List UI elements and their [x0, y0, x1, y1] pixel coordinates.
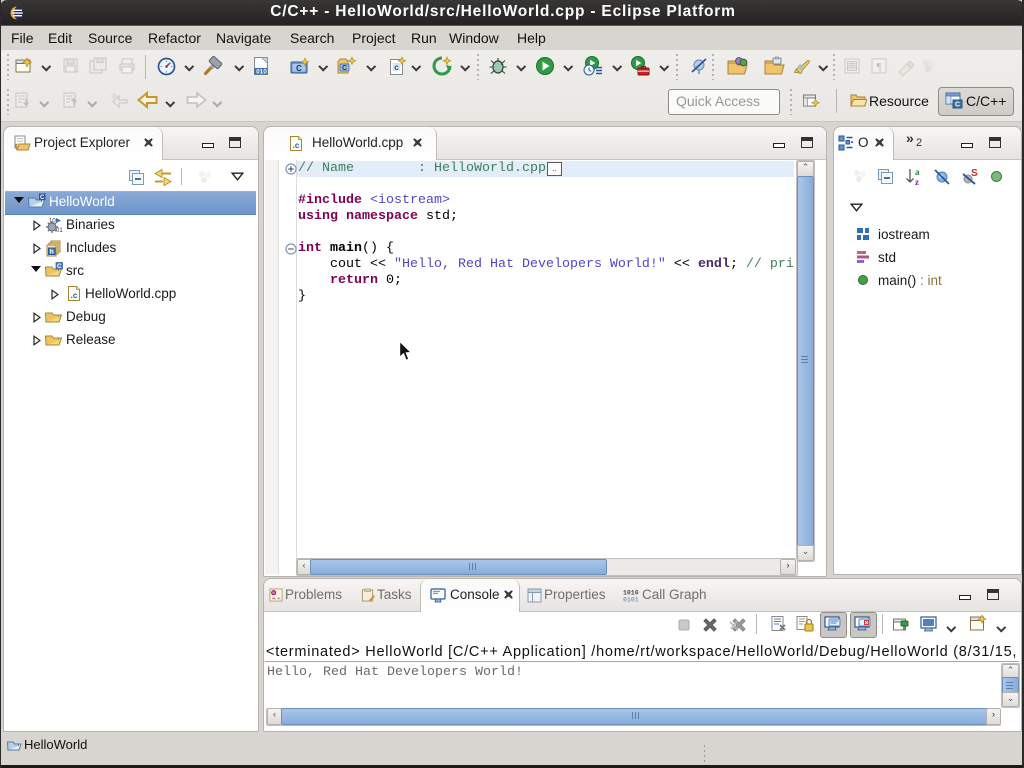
svg-text:c: c — [394, 63, 399, 72]
svg-text:01: 01 — [56, 228, 63, 234]
svg-text:.c: .c — [71, 291, 78, 300]
svg-text:S: S — [971, 168, 978, 179]
svg-text:C: C — [955, 102, 960, 109]
svg-text:1010: 1010 — [623, 590, 639, 597]
svg-text:¶: ¶ — [877, 61, 882, 73]
svg-text:a: a — [915, 167, 920, 177]
svg-text:C: C — [40, 195, 45, 201]
svg-text:C: C — [296, 64, 302, 73]
svg-text:h: h — [50, 249, 54, 256]
svg-text:010: 010 — [256, 69, 267, 76]
svg-text:C: C — [57, 264, 62, 270]
svg-text:z: z — [915, 177, 919, 186]
svg-text:.c: .c — [293, 141, 300, 150]
svg-text:C: C — [342, 65, 347, 72]
svg-text:0101: 0101 — [623, 597, 639, 604]
